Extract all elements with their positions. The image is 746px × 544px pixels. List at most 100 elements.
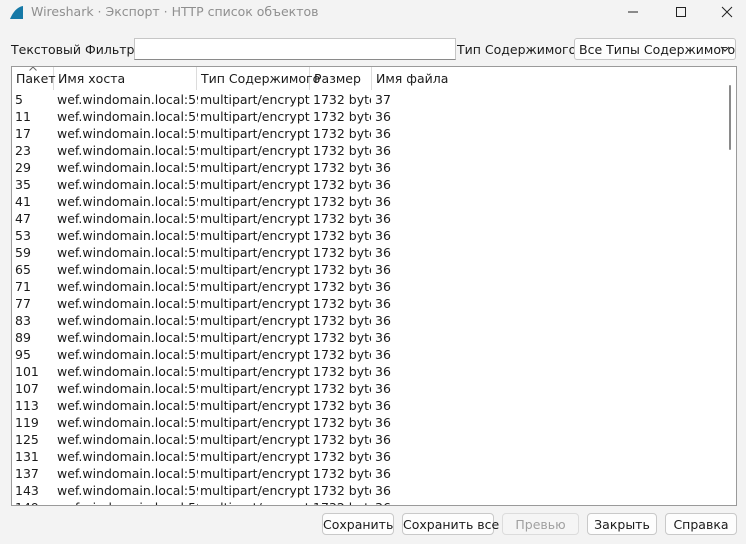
cell-filename: 36 — [375, 211, 391, 226]
preview-button[interactable]: Превью — [502, 513, 579, 535]
cell-hostname: wef.windomain.local:5985 — [57, 466, 198, 481]
table-row[interactable]: 125 wef.windomain.local:5985multipart/enc… — [12, 431, 722, 448]
cell-hostname: wef.windomain.local:5985 — [57, 228, 198, 243]
cell-filename: 36 — [375, 330, 391, 345]
cell-hostname: wef.windomain.local:5985 — [57, 262, 198, 277]
cell-size: 1732 bytes — [313, 228, 371, 243]
cell-content-type: multipart/encrypted — [200, 432, 310, 447]
cell-hostname: wef.windomain.local:5985 — [57, 347, 198, 362]
table-row[interactable]: 113 wef.windomain.local:5985multipart/enc… — [12, 397, 722, 414]
cell-size: 1732 bytes — [313, 347, 371, 362]
table-row[interactable]: 29 wef.windomain.local:5985multipart/encr… — [12, 159, 722, 176]
cell-filename: 36 — [375, 466, 391, 481]
window-title: Wireshark · Экспорт · HTTP список объект… — [31, 4, 319, 19]
maximize-button[interactable] — [658, 0, 704, 24]
column-header-packet[interactable]: Пакет — [12, 67, 56, 90]
scrollbar-thumb[interactable] — [729, 85, 731, 150]
http-objects-table: Пакет Имя хоста Тип Содержимого Размер И… — [11, 66, 737, 506]
table-row[interactable]: 119 wef.windomain.local:5985multipart/enc… — [12, 414, 722, 431]
cell-size: 1732 bytes — [313, 449, 371, 464]
cell-packet: 95 — [15, 347, 31, 362]
cell-packet: 53 — [15, 228, 31, 243]
help-button[interactable]: Справка — [665, 513, 737, 535]
cell-size: 1732 bytes — [313, 381, 371, 396]
cell-hostname: wef.windomain.local:5985 — [57, 194, 198, 209]
cell-content-type: multipart/encrypted — [200, 381, 310, 396]
table-row[interactable]: 5 wef.windomain.local:5985multipart/encry… — [12, 91, 722, 108]
cell-hostname: wef.windomain.local:5985 — [57, 381, 198, 396]
table-row[interactable]: 83 wef.windomain.local:5985multipart/encr… — [12, 312, 722, 329]
cell-filename: 36 — [375, 483, 391, 498]
cell-content-type: multipart/encrypted — [197, 499, 310, 505]
table-row[interactable]: 95 wef.windomain.local:5985multipart/encr… — [12, 346, 722, 363]
cell-filename: 36 — [375, 347, 391, 362]
table-row[interactable]: 41 wef.windomain.local:5985multipart/encr… — [12, 193, 722, 210]
table-header: Пакет Имя хоста Тип Содержимого Размер И… — [12, 67, 722, 91]
cell-filename: 37 — [375, 92, 391, 107]
table-row[interactable]: 35 wef.windomain.local:5985multipart/encr… — [12, 176, 722, 193]
cell-size: 1732 bytes — [313, 109, 371, 124]
cell-size: 1732 bytes — [313, 279, 371, 294]
table-row[interactable]: 131 wef.windomain.local:5985multipart/enc… — [12, 448, 722, 465]
table-row[interactable]: 11 wef.windomain.local:5985multipart/encr… — [12, 108, 722, 125]
column-header-hostname[interactable]: Имя хоста — [54, 67, 197, 90]
close-window-button[interactable] — [704, 0, 746, 24]
cell-size: 1732 bytes — [313, 364, 371, 379]
cell-content-type: multipart/encrypted — [200, 483, 310, 498]
cell-content-type: multipart/encrypted — [200, 143, 310, 158]
table-row[interactable]: 149wef.windomain.local:5985multipart/enc… — [12, 499, 722, 505]
column-header-content-type[interactable]: Тип Содержимого — [197, 67, 320, 90]
table-row[interactable]: 23 wef.windomain.local:5985multipart/encr… — [12, 142, 722, 159]
table-row[interactable]: 65 wef.windomain.local:5985multipart/encr… — [12, 261, 722, 278]
content-type-select[interactable]: Все Типы Содержимого — [574, 38, 736, 60]
cell-hostname: wef.windomain.local:5985 — [57, 92, 198, 107]
cell-packet: 59 — [15, 245, 31, 260]
cell-size: 1732 bytes — [313, 177, 371, 192]
table-row[interactable]: 47 wef.windomain.local:5985multipart/encr… — [12, 210, 722, 227]
table-row[interactable]: 137 wef.windomain.local:5985multipart/enc… — [12, 465, 722, 482]
table-row[interactable]: 59 wef.windomain.local:5985multipart/encr… — [12, 244, 722, 261]
cell-hostname: wef.windomain.local:5985 — [57, 483, 198, 498]
minimize-button[interactable] — [610, 0, 656, 24]
table-row[interactable]: 89 wef.windomain.local:5985multipart/encr… — [12, 329, 722, 346]
cell-filename: 36 — [375, 381, 391, 396]
column-header-size[interactable]: Размер — [310, 67, 372, 90]
cell-content-type: multipart/encrypted — [200, 279, 310, 294]
vertical-scrollbar[interactable] — [722, 67, 736, 505]
content-type-selected: Все Типы Содержимого — [579, 42, 736, 57]
cell-size: 1732 bytes — [313, 245, 371, 260]
cell-hostname: wef.windomain.local:5985 — [57, 296, 198, 311]
cell-filename: 36 — [375, 262, 391, 277]
cell-filename: 36 — [375, 364, 391, 379]
cell-filename: 36 — [375, 177, 391, 192]
cell-packet: 89 — [15, 330, 31, 345]
cell-packet: 107 — [15, 381, 39, 396]
sort-ascending-icon — [29, 67, 37, 71]
table-row[interactable]: 77 wef.windomain.local:5985multipart/encr… — [12, 295, 722, 312]
cell-size: 1732 bytes — [310, 499, 371, 505]
column-header-filename[interactable]: Имя файла — [372, 67, 722, 90]
table-row[interactable]: 143 wef.windomain.local:5985multipart/enc… — [12, 482, 722, 499]
save-button[interactable]: Сохранить — [322, 513, 394, 535]
text-filter-input[interactable] — [134, 38, 456, 60]
table-row[interactable]: 53 wef.windomain.local:5985multipart/encr… — [12, 227, 722, 244]
maximize-icon — [676, 7, 686, 17]
cell-content-type: multipart/encrypted — [200, 262, 310, 277]
cell-content-type: multipart/encrypted — [200, 313, 310, 328]
table-row[interactable]: 71 wef.windomain.local:5985multipart/encr… — [12, 278, 722, 295]
cell-content-type: multipart/encrypted — [200, 194, 310, 209]
cell-filename: 36 — [375, 449, 391, 464]
cell-packet: 17 — [15, 126, 31, 141]
save-all-button[interactable]: Сохранить все — [402, 513, 499, 535]
cell-filename: 36 — [375, 245, 391, 260]
cell-hostname: wef.windomain.local:5985 — [57, 143, 198, 158]
cell-filename: 36 — [372, 499, 475, 505]
table-row[interactable]: 107 wef.windomain.local:5985multipart/enc… — [12, 380, 722, 397]
table-row[interactable]: 101 wef.windomain.local:5985multipart/enc… — [12, 363, 722, 380]
cell-content-type: multipart/encrypted — [200, 347, 310, 362]
cell-content-type: multipart/encrypted — [200, 177, 310, 192]
table-row[interactable]: 17 wef.windomain.local:5985multipart/encr… — [12, 125, 722, 142]
minimize-icon — [628, 11, 638, 13]
cell-packet: 83 — [15, 313, 31, 328]
close-button[interactable]: Закрыть — [587, 513, 657, 535]
